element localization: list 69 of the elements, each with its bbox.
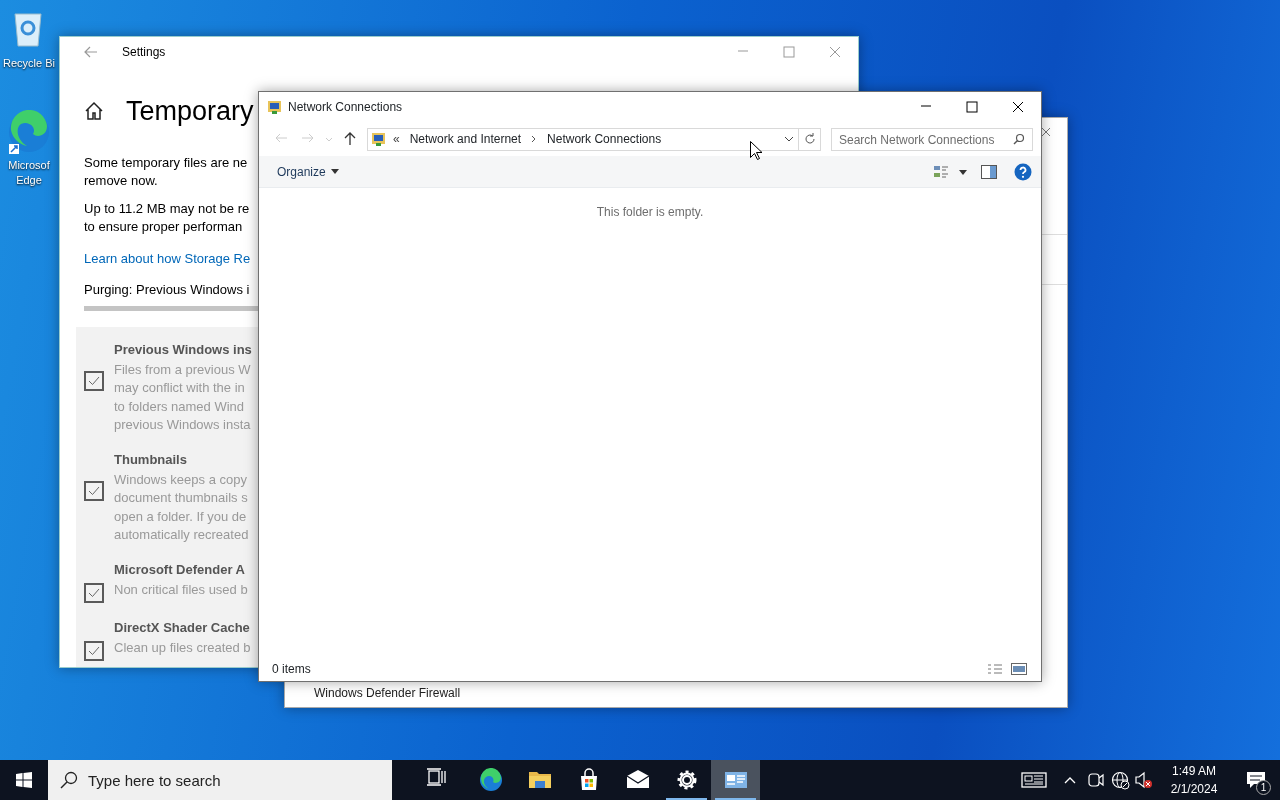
edge-icon [478,768,503,792]
maximize-icon [783,46,795,58]
check-icon [88,485,100,496]
home-button[interactable] [84,101,104,122]
windows-logo-icon [16,772,32,788]
item-description: Non critical files used b [114,580,248,599]
breadcrumb-item[interactable]: Network and Internet [409,130,522,148]
preview-pane-icon [981,164,997,179]
network-folder-icon [371,131,387,147]
check-icon [88,587,100,598]
search-icon [60,771,78,789]
refresh-button[interactable] [799,127,821,151]
caret-icon [325,136,333,142]
checkbox[interactable] [84,582,104,603]
page-heading: Temporary [126,95,254,128]
organize-menu[interactable]: Organize [269,156,347,187]
item-title: Previous Windows ins [114,340,252,359]
close-button[interactable] [1041,126,1051,138]
large-icons-view-button[interactable] [1009,660,1029,678]
checkbox[interactable] [84,480,104,501]
refresh-icon [803,133,816,145]
help-icon [1014,162,1032,181]
search-icon [1013,132,1025,145]
checkbox[interactable] [84,640,104,661]
item-description: Files from a previous W may conflict with the in to folders named Wind previous Windows insta [114,360,251,434]
desktop-icon-label[interactable]: Microsof Edge [8,158,50,188]
back-arrow-icon [84,46,98,58]
checkbox[interactable] [84,370,104,391]
list-item-text: Windows Defender Firewall [314,686,461,700]
overflow-chevron[interactable]: « [393,130,400,148]
item-description: Windows keeps a copy document thumbnails s open a folder. If you de automatically recreated [114,470,249,544]
home-icon [84,101,104,122]
check-icon [88,645,100,656]
check-icon [88,375,100,386]
edge-icon[interactable] [7,110,51,154]
description-text: Up to 11.2 MB may not be re to ensure proper performan [84,199,250,236]
chevron-down-icon [784,136,794,142]
taskbar-search-field[interactable]: Type here to search [48,760,392,800]
view-icon [933,163,969,180]
clock[interactable]: 1:49 AM 2/1/2024 [1156,760,1232,800]
maximize-icon [966,101,978,113]
breadcrumb-item[interactable]: Network Connections [547,130,662,148]
item-title: DirectX Shader Cache [114,618,250,637]
close-icon [1012,101,1024,113]
notifications-button[interactable]: 1 [1232,760,1280,800]
show-hidden-icons-icon [1064,775,1076,785]
window-title: Network Connections [288,99,403,116]
caret-icon [330,169,339,174]
desktop-icon-label[interactable]: Recycle Bi [3,56,55,71]
item-count: 0 items [272,661,311,678]
search-field[interactable]: Search Network Connections [831,128,1033,152]
network-folder-icon [267,99,283,115]
status-text: Purging: Previous Windows i [84,280,250,299]
taskbar-app-button[interactable] [711,760,760,800]
description-text: Some temporary files are ne remove now. [84,153,248,190]
window-title: Settings [122,44,166,61]
notification-count: 1 [1256,780,1271,795]
learn-more-link[interactable]: Learn about how Storage Re [84,248,251,268]
news-icon [1021,771,1047,789]
empty-folder-message: This folder is empty. [596,204,704,219]
up-arrow-icon [344,132,356,146]
address-bar[interactable]: « Network and Internet Network Connections [367,127,799,151]
close-icon [829,46,841,58]
item-title: Microsoft Defender A [114,560,245,579]
item-title: Thumbnails [114,450,187,469]
chevron-right-icon [531,135,538,143]
large-icons-icon [1011,663,1027,675]
item-description: Clean up files created b [114,638,251,657]
details-view-icon [987,663,1003,675]
